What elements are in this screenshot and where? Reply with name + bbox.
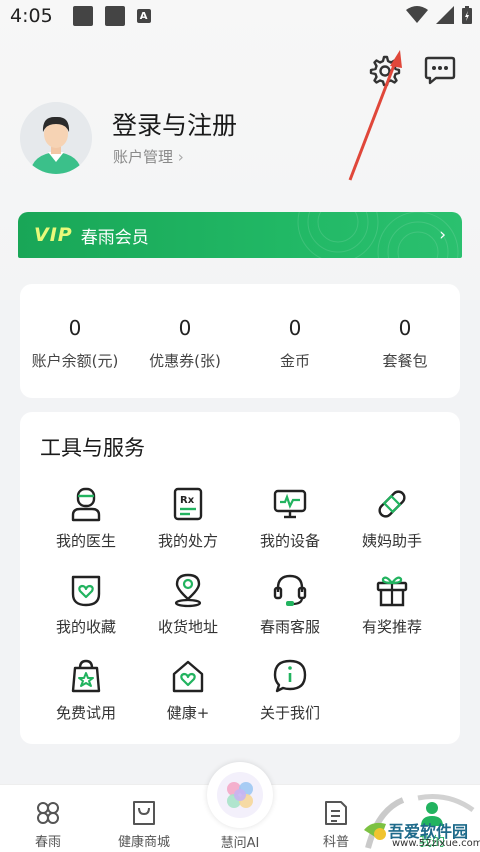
- nav-item-health-shop[interactable]: 健康商城: [104, 799, 184, 850]
- tool-referral-reward[interactable]: 有奖推荐: [340, 572, 444, 642]
- account-management-link[interactable]: 账户管理 ›: [113, 146, 184, 167]
- tool-label: 春雨客服: [259, 618, 320, 636]
- stat-coins[interactable]: 0 金币: [240, 284, 350, 398]
- nav-label: 春雨: [34, 835, 61, 850]
- wifi-icon: [406, 6, 428, 23]
- nav-item-ai-button[interactable]: [207, 762, 273, 828]
- tool-label: 收货地址: [157, 618, 218, 636]
- tool-period-helper[interactable]: 姨妈助手: [340, 486, 444, 556]
- vip-banner-pattern: [297, 212, 459, 258]
- shopping-bag-icon: [71, 659, 101, 693]
- battery-icon: [462, 6, 472, 24]
- tool-label: 有奖推荐: [361, 618, 422, 636]
- section-title: 工具与服务: [40, 436, 145, 460]
- nav-label: 健康商城: [117, 835, 170, 850]
- stat-packages[interactable]: 0 套餐包: [350, 284, 460, 398]
- tool-label: 我的医生: [55, 532, 116, 550]
- tool-label: 我的处方: [157, 532, 218, 550]
- user-avatar-icon: [20, 102, 92, 174]
- tool-label: 免费试用: [55, 704, 116, 722]
- signal-icon: [436, 6, 454, 24]
- nav-label: 科普: [322, 835, 349, 850]
- ai-orb-icon: [217, 772, 263, 818]
- svg-text:Rx: Rx: [180, 495, 195, 506]
- stat-label: 优惠券(张): [149, 352, 221, 370]
- info-icon: [273, 659, 307, 693]
- tools-services-card: 工具与服务 我的医生 Rx 我的处方 我的设备 姨妈助手 我的收藏 收货地址 春…: [20, 412, 460, 744]
- status-bar: 4:05 A: [0, 0, 480, 32]
- vip-membership-banner[interactable]: VIP 春雨会员 ›: [18, 212, 462, 258]
- doctor-icon: [71, 487, 101, 522]
- shop-bag-icon: [133, 801, 155, 825]
- stat-balance[interactable]: 0 账户余额(元): [20, 284, 130, 398]
- heart-collection-icon: [71, 575, 101, 607]
- tool-customer-service[interactable]: 春雨客服: [238, 572, 342, 642]
- tool-free-trial[interactable]: 免费试用: [34, 658, 138, 728]
- heart-house-icon: [172, 660, 204, 693]
- account-management-label: 账户管理: [113, 148, 174, 166]
- tool-label: 姨妈助手: [361, 532, 422, 550]
- stat-label: 金币: [279, 352, 310, 370]
- annotation-arrow: [348, 50, 402, 181]
- watermark-url: www.52zixue.com: [392, 838, 480, 849]
- tool-my-device[interactable]: 我的设备: [238, 486, 342, 556]
- location-icon: [174, 573, 202, 608]
- account-stats-card: 0 账户余额(元) 0 优惠券(张) 0 金币 0 套餐包: [20, 284, 460, 398]
- tool-about-us[interactable]: 关于我们: [238, 658, 342, 728]
- tool-label: 关于我们: [259, 704, 320, 722]
- chevron-right-icon: ›: [439, 225, 446, 245]
- status-time: 4:05: [10, 5, 53, 27]
- tool-label: 我的设备: [259, 532, 320, 550]
- tool-my-prescription[interactable]: Rx 我的处方: [136, 486, 240, 556]
- nav-item-chunyu[interactable]: 春雨: [8, 799, 88, 850]
- stat-coupons[interactable]: 0 优惠券(张): [130, 284, 240, 398]
- message-icon[interactable]: [422, 52, 458, 88]
- tool-label: 健康+: [166, 704, 210, 722]
- stat-label: 账户余额(元): [31, 352, 119, 370]
- headset-icon: [273, 574, 307, 606]
- nav-label: 慧问AI: [220, 836, 260, 851]
- chevron-right-icon: ›: [177, 148, 184, 166]
- notification-icon: [72, 6, 93, 26]
- a-badge-icon: A: [136, 9, 151, 23]
- clover-icon: [37, 802, 59, 824]
- stat-label: 套餐包: [382, 352, 428, 370]
- login-register-title[interactable]: 登录与注册: [112, 106, 237, 142]
- tool-health-plus[interactable]: 健康+: [136, 658, 240, 728]
- bandage-icon: [378, 490, 406, 518]
- gift-icon: [376, 576, 408, 607]
- tool-label: 我的收藏: [55, 618, 116, 636]
- tool-shipping-address[interactable]: 收货地址: [136, 572, 240, 642]
- tool-my-doctor[interactable]: 我的医生: [34, 486, 138, 556]
- stat-value: 0: [68, 316, 82, 340]
- tool-my-collection[interactable]: 我的收藏: [34, 572, 138, 642]
- device-icon: [273, 489, 307, 519]
- avatar[interactable]: [20, 102, 92, 174]
- notification-icon: [104, 6, 125, 26]
- prescription-icon: Rx: [173, 487, 203, 521]
- article-icon: [325, 801, 347, 825]
- stat-value: 0: [178, 316, 192, 340]
- stat-value: 0: [398, 316, 412, 340]
- stat-value: 0: [288, 316, 302, 340]
